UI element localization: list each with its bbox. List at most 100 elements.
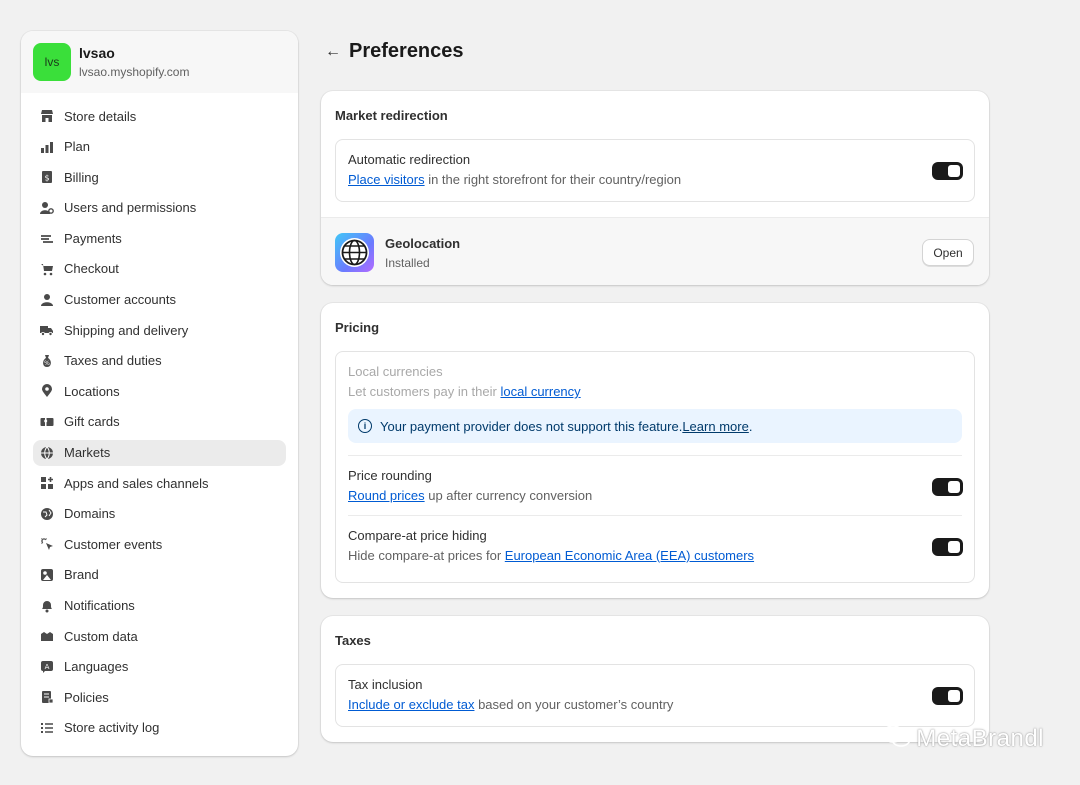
plan-icon xyxy=(39,139,55,155)
geolocation-app-name: Geolocation xyxy=(385,236,461,251)
sidebar-item-label: Locations xyxy=(64,383,120,399)
users-icon xyxy=(39,200,55,216)
store-domain: lvsao.myshopify.com xyxy=(79,65,190,79)
sidebar-item-label: Plan xyxy=(64,139,91,155)
svg-text:$: $ xyxy=(44,174,49,183)
sidebar-item-label: Policies xyxy=(64,689,109,705)
info-banner: i Your payment provider does not support… xyxy=(348,409,962,443)
sidebar-item-taxes[interactable]: % Taxes and duties xyxy=(33,348,286,374)
local-currency-link[interactable]: local currency xyxy=(500,384,580,399)
card-title: Taxes xyxy=(335,633,371,648)
compare-at-toggle[interactable] xyxy=(932,538,963,556)
custom-data-icon xyxy=(39,628,55,644)
sidebar-item-notifications[interactable]: Notifications xyxy=(33,593,286,619)
desc-text: up after currency conversion xyxy=(424,488,593,503)
setting-desc: Include or exclude tax based on your cus… xyxy=(348,697,962,712)
sidebar-item-gift-cards[interactable]: Gift cards xyxy=(33,409,286,435)
settings-nav: Store details Plan $ Billing Users and p… xyxy=(21,93,298,741)
setting-title: Price rounding xyxy=(348,468,432,483)
sidebar-item-label: Gift cards xyxy=(64,414,120,430)
sidebar-item-policies[interactable]: Policies xyxy=(33,684,286,710)
sidebar-item-custom-data[interactable]: Custom data xyxy=(33,623,286,649)
sidebar-item-label: Payments xyxy=(64,230,122,246)
geolocation-app-row: Geolocation Installed Open xyxy=(321,217,989,285)
setting-title: Local currencies xyxy=(348,364,443,379)
sidebar-item-locations[interactable]: Locations xyxy=(33,378,286,404)
store-icon xyxy=(39,108,55,124)
sidebar-item-activity-log[interactable]: Store activity log xyxy=(33,715,286,741)
store-header[interactable]: lvs lvsao lvsao.myshopify.com xyxy=(21,31,298,93)
sidebar-item-label: Customer accounts xyxy=(64,292,176,308)
language-icon: A xyxy=(39,659,55,675)
cursor-icon xyxy=(39,536,55,552)
watermark: MetaBrandl xyxy=(882,724,1044,754)
sidebar-item-domains[interactable]: Domains xyxy=(33,501,286,527)
desc-text: in the right storefront for their countr… xyxy=(424,172,682,187)
auto-redirection-section: Automatic redirection Place visitors in … xyxy=(335,139,975,202)
setting-title: Automatic redirection xyxy=(348,152,471,167)
svg-text:%: % xyxy=(44,360,50,367)
settings-sidebar: lvs lvsao lvsao.myshopify.com Store deta… xyxy=(21,31,298,756)
person-icon xyxy=(39,292,55,308)
gift-card-icon xyxy=(39,414,55,430)
policies-icon xyxy=(39,689,55,705)
desc-text: Let customers pay in their xyxy=(348,384,501,399)
card-title: Pricing xyxy=(335,320,380,335)
price-rounding-toggle[interactable] xyxy=(932,478,963,496)
sidebar-item-label: Languages xyxy=(64,659,129,675)
sidebar-item-apps[interactable]: Apps and sales channels xyxy=(33,470,286,496)
list-icon xyxy=(39,720,55,736)
auto-redirection-row: Automatic redirection Place visitors in … xyxy=(336,140,974,199)
banner-suffix: . xyxy=(748,418,753,434)
back-arrow-icon[interactable]: ← xyxy=(325,43,345,61)
sidebar-item-label: Billing xyxy=(64,169,99,185)
apps-icon xyxy=(39,475,55,491)
svg-text:A: A xyxy=(45,663,50,671)
page-title: Preferences xyxy=(349,40,464,62)
geolocation-app-icon xyxy=(335,233,374,272)
compare-at-row: Compare-at price hiding Hide compare-at … xyxy=(336,516,974,575)
setting-desc: Hide compare-at prices for European Econ… xyxy=(348,548,962,563)
sidebar-item-markets[interactable]: Markets xyxy=(33,439,286,466)
sidebar-item-payments[interactable]: Payments xyxy=(33,225,286,251)
cart-icon xyxy=(39,261,55,277)
open-geolocation-button[interactable]: Open xyxy=(922,239,974,266)
setting-title: Tax inclusion xyxy=(348,677,423,692)
sidebar-item-users[interactable]: Users and permissions xyxy=(33,195,286,221)
sidebar-item-label: Markets xyxy=(64,445,111,461)
info-icon: i xyxy=(358,419,372,433)
include-exclude-tax-link[interactable]: Include or exclude tax xyxy=(348,697,474,712)
store-info: lvsao lvsao.myshopify.com xyxy=(79,45,189,79)
sidebar-item-label: Customer events xyxy=(64,536,163,552)
sidebar-item-customer-accounts[interactable]: Customer accounts xyxy=(33,287,286,313)
sidebar-item-billing[interactable]: $ Billing xyxy=(33,164,286,190)
sidebar-item-customer-events[interactable]: Customer events xyxy=(33,531,286,557)
sidebar-item-shipping[interactable]: Shipping and delivery xyxy=(33,317,286,343)
place-visitors-link[interactable]: Place visitors xyxy=(348,172,425,187)
tax-inclusion-toggle[interactable] xyxy=(932,687,963,705)
eea-customers-link[interactable]: European Economic Area (EEA) customers xyxy=(505,548,754,563)
auto-redirection-toggle[interactable] xyxy=(932,162,963,180)
sidebar-item-plan[interactable]: Plan xyxy=(33,134,286,160)
sidebar-item-store-details[interactable]: Store details xyxy=(33,103,286,129)
location-icon xyxy=(39,383,55,399)
sidebar-item-label: Store activity log xyxy=(64,720,160,736)
sidebar-item-label: Notifications xyxy=(64,598,135,613)
sidebar-item-brand[interactable]: Brand xyxy=(33,562,286,588)
round-prices-link[interactable]: Round prices xyxy=(348,488,425,503)
sidebar-item-checkout[interactable]: Checkout xyxy=(33,256,286,282)
page-header: ← Preferences xyxy=(325,40,464,63)
sidebar-item-label: Taxes and duties xyxy=(64,353,162,369)
geolocation-app-status: Installed xyxy=(385,256,430,270)
sidebar-item-label: Store details xyxy=(64,108,137,124)
taxes-section: Tax inclusion Include or exclude tax bas… xyxy=(335,664,975,727)
learn-more-link[interactable]: Learn more xyxy=(682,419,748,434)
sidebar-item-label: Shipping and delivery xyxy=(64,322,189,338)
sidebar-item-label: Domains xyxy=(64,506,116,522)
store-name: lvsao xyxy=(79,45,115,61)
sidebar-item-label: Custom data xyxy=(64,628,138,644)
sidebar-item-languages[interactable]: A Languages xyxy=(33,654,286,680)
card-title: Market redirection xyxy=(335,108,448,123)
brand-icon xyxy=(39,567,55,583)
desc-text: Hide compare-at prices for xyxy=(348,548,505,563)
